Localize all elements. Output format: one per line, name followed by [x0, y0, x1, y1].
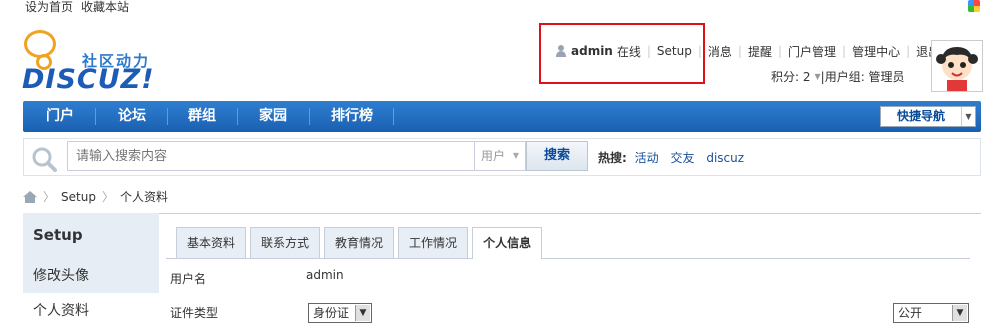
nav-item-portal[interactable]: 门户: [29, 101, 91, 132]
sidebar-item-avatar[interactable]: 修改头像: [33, 265, 89, 285]
set-homepage-link[interactable]: 设为首页: [25, 0, 73, 15]
chevron-down-icon: ▼: [952, 305, 967, 321]
nav-item-ranking[interactable]: 排行榜: [317, 101, 387, 132]
hot-search-label: 热搜:: [598, 151, 627, 165]
profile-tabs: 基本资料 联系方式 教育情况 工作情况 个人信息: [176, 227, 546, 259]
skin-icon[interactable]: [968, 0, 980, 12]
username-label: 用户名: [170, 272, 207, 286]
idtype-label: 证件类型: [170, 306, 219, 320]
nav-divider: [393, 108, 394, 125]
privacy-select[interactable]: 公开 ▼: [893, 303, 969, 323]
chevron-right-icon: 〉: [101, 190, 114, 204]
user-stats: 积分: 2 ▼ | 用户组: 管理员: [771, 68, 905, 85]
nav-item-home[interactable]: 家园: [243, 101, 303, 132]
highlight-box: [539, 23, 705, 84]
idtype-select[interactable]: 身份证 ▼: [308, 303, 372, 323]
hot-keyword[interactable]: 交友: [670, 151, 694, 165]
search-input[interactable]: [67, 141, 475, 171]
admin-center-link[interactable]: 管理中心: [852, 43, 900, 60]
sidebar: Setup 修改头像 个人资料: [23, 213, 159, 335]
home-icon[interactable]: [23, 190, 37, 203]
breadcrumb-current: 个人资料: [119, 190, 168, 204]
idtype-select-value: 身份证: [313, 306, 350, 320]
top-bar: 设为首页 收藏本站: [0, 0, 998, 14]
logo-wordmark: DISCUZ!: [22, 64, 155, 95]
nav-item-forum[interactable]: 论坛: [101, 101, 163, 132]
tab-personal-info[interactable]: 个人信息: [472, 227, 543, 259]
breadcrumb-setup[interactable]: Setup: [61, 190, 96, 204]
bookmark-link[interactable]: 收藏本站: [81, 0, 129, 15]
search-type-label: 用户: [481, 149, 506, 163]
search-button[interactable]: 搜索: [526, 141, 588, 171]
quick-nav-button[interactable]: 快捷导航 ▼: [880, 106, 976, 127]
chevron-down-icon: ▼: [355, 305, 370, 321]
credits-link[interactable]: 积分: 2: [771, 68, 811, 85]
avatar[interactable]: [931, 40, 983, 92]
discuz-logo[interactable]: 社区动力 DISCUZ!: [22, 30, 162, 96]
sidebar-item-profile[interactable]: 个人资料: [33, 300, 89, 320]
nav-item-groups[interactable]: 群组: [171, 101, 233, 132]
divider: |: [737, 44, 742, 58]
usergroup-link[interactable]: 用户组: 管理员: [825, 68, 905, 85]
messages-link[interactable]: 消息: [708, 43, 732, 60]
breadcrumb: 〉 Setup 〉 个人资料: [23, 188, 168, 205]
avatar-image: [936, 47, 978, 91]
hot-keyword[interactable]: 活动: [635, 151, 659, 165]
main-nav: 门户 论坛 群组 家园 排行榜 快捷导航 ▼: [23, 101, 981, 132]
sidebar-title: Setup: [33, 226, 83, 244]
divider: |: [906, 44, 911, 58]
notifications-link[interactable]: 提醒: [748, 43, 772, 60]
hot-keyword[interactable]: discuz: [706, 151, 744, 165]
divider: |: [777, 44, 783, 58]
tab-contact[interactable]: 联系方式: [250, 227, 321, 258]
tab-education[interactable]: 教育情况: [324, 227, 395, 258]
quick-nav-label: 快捷导航: [896, 109, 945, 123]
nav-divider: [95, 108, 96, 125]
nav-divider: [167, 108, 168, 125]
tab-basic-info[interactable]: 基本资料: [176, 227, 247, 258]
username-value: admin: [306, 268, 344, 282]
nav-divider: [237, 108, 238, 125]
chevron-down-icon: ▼: [961, 107, 975, 126]
chevron-right-icon: 〉: [43, 190, 56, 204]
chevron-down-icon: ▼: [512, 151, 519, 160]
tab-work[interactable]: 工作情况: [398, 227, 469, 258]
divider: |: [842, 44, 847, 58]
search-icon: [32, 147, 57, 172]
privacy-select-value: 公开: [898, 306, 923, 320]
search-type-select[interactable]: 用户 ▼: [474, 141, 526, 171]
nav-divider: [309, 108, 310, 125]
portal-admin-link[interactable]: 门户管理: [788, 43, 836, 60]
hot-search: 热搜: 活动 交友 discuz: [598, 149, 752, 166]
